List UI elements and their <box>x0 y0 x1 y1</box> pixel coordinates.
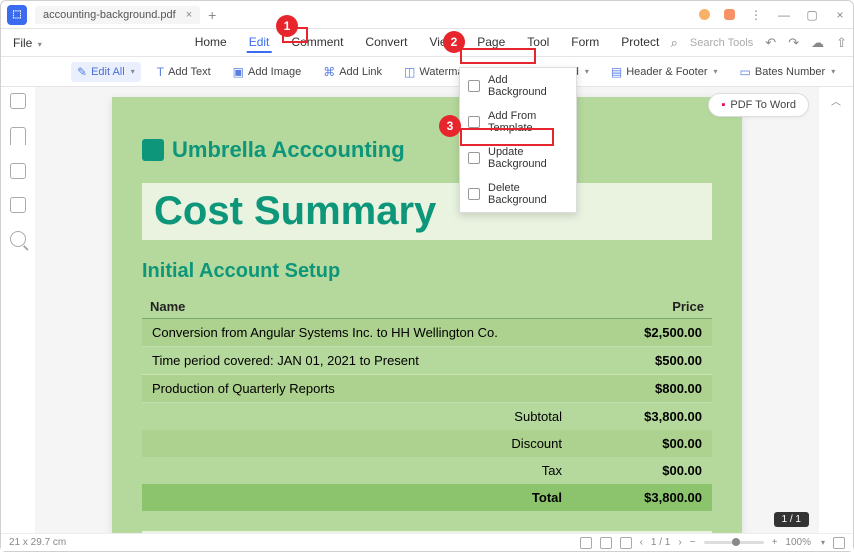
cloud-icon[interactable]: ☁ <box>811 35 824 51</box>
page-dimensions: 21 x 29.7 cm <box>9 537 66 548</box>
brand-logo-icon <box>142 139 164 161</box>
header-footer-button[interactable]: ▤Header & Footer▾ <box>605 62 724 82</box>
zoom-slider[interactable] <box>704 541 764 544</box>
accent-icon-2[interactable] <box>724 9 735 20</box>
table-row: Conversion from Angular Systems Inc. to … <box>142 319 712 347</box>
template-icon <box>468 116 480 128</box>
zoom-out-button[interactable]: − <box>690 537 696 548</box>
scroll-up-icon[interactable]: ︿ <box>831 93 841 108</box>
zoom-thumb[interactable] <box>732 538 740 546</box>
upload-icon[interactable]: ⇧ <box>836 35 847 51</box>
menu-protect[interactable]: Protect <box>619 33 661 53</box>
close-tab-icon[interactable]: × <box>186 9 192 21</box>
accent-icon[interactable] <box>699 9 710 20</box>
pdf-to-word-button[interactable]: ▪ PDF To Word <box>708 93 809 117</box>
image-icon: ▣ <box>233 65 244 79</box>
callout-1: 1 <box>276 15 298 37</box>
callout-3: 3 <box>439 115 461 137</box>
discount-row: Discount$00.00 <box>142 430 712 457</box>
total-row: Total$3,800.00 <box>142 484 712 511</box>
next-page-button[interactable]: › <box>678 537 681 548</box>
callout-2-box <box>460 48 536 64</box>
link-icon: ⌘ <box>323 65 335 79</box>
new-tab-button[interactable]: + <box>208 7 216 23</box>
page-number[interactable]: 1 / 1 <box>651 537 670 548</box>
pencil-icon: ✎ <box>77 65 87 79</box>
close-icon[interactable]: × <box>833 8 847 22</box>
add-link-button[interactable]: ⌘Add Link <box>317 62 388 82</box>
redo-icon[interactable]: ↷ <box>788 35 799 51</box>
callout-3-box <box>460 128 554 146</box>
brand-header: Umbrella Acccounting <box>142 137 712 163</box>
document-tab[interactable]: accounting-background.pdf × <box>35 6 200 24</box>
menu-convert[interactable]: Convert <box>363 33 409 53</box>
menu-form[interactable]: Form <box>569 33 601 53</box>
header-footer-icon: ▤ <box>611 65 622 79</box>
pdf-page: Umbrella Acccounting Cost Summary Initia… <box>112 97 742 533</box>
search-input[interactable]: Search Tools <box>690 37 753 49</box>
file-menu[interactable]: File ▾ <box>7 32 48 54</box>
page-indicator: 1 / 1 <box>774 512 809 527</box>
dropdown-delete-background[interactable]: Delete Background <box>460 176 576 212</box>
add-text-button[interactable]: TAdd Text <box>151 62 217 82</box>
text-icon: T <box>157 65 164 79</box>
table-row: Production of Quarterly Reports$800.00 <box>142 375 712 403</box>
menu-home[interactable]: Home <box>193 33 229 53</box>
rotate-icon[interactable] <box>620 537 632 549</box>
fit-page-icon[interactable] <box>833 537 845 549</box>
zoom-value[interactable]: 100% <box>785 537 811 548</box>
undo-icon[interactable]: ↶ <box>765 35 776 51</box>
attachments-icon[interactable] <box>10 163 26 179</box>
app-icon[interactable]: ⬚ <box>7 5 27 25</box>
cost-table: NamePrice Conversion from Angular System… <box>142 295 712 511</box>
zoom-in-button[interactable]: + <box>772 537 778 548</box>
layout-icon[interactable] <box>600 537 612 549</box>
add-image-button[interactable]: ▣Add Image <box>227 62 308 82</box>
doc-title: Cost Summary <box>142 183 712 240</box>
plus-icon <box>468 80 480 92</box>
callout-2: 2 <box>443 31 465 53</box>
layers-icon[interactable] <box>10 197 26 213</box>
section-heading: Initial Account Setup <box>142 260 712 283</box>
edit-all-button[interactable]: ✎Edit All▾ <box>71 62 141 82</box>
tax-row: Tax$00.00 <box>142 457 712 484</box>
tab-title: accounting-background.pdf <box>43 9 176 21</box>
menu-edit[interactable]: Edit <box>247 33 272 53</box>
watermark-icon: ◫ <box>404 65 415 79</box>
dropdown-add-background[interactable]: Add Background <box>460 68 576 104</box>
document-viewport[interactable]: Umbrella Acccounting Cost Summary Initia… <box>35 87 819 533</box>
bookmark-icon[interactable] <box>10 127 26 145</box>
refresh-icon <box>468 152 480 164</box>
subtotal-row: Subtotal$3,800.00 <box>142 403 712 430</box>
more-icon[interactable]: ⋮ <box>749 8 763 22</box>
trash-icon <box>468 188 480 200</box>
thumbnails-icon[interactable] <box>10 93 26 109</box>
minimize-icon[interactable]: — <box>777 8 791 22</box>
table-row: Time period covered: JAN 01, 2021 to Pre… <box>142 347 712 375</box>
maximize-icon[interactable]: ▢ <box>805 8 819 22</box>
search-panel-icon[interactable] <box>10 231 26 247</box>
bates-number-button[interactable]: ▭Bates Number▾ <box>734 62 842 82</box>
hand-tool-icon[interactable] <box>580 537 592 549</box>
prev-page-button[interactable]: ‹ <box>640 537 643 548</box>
bates-icon: ▭ <box>740 65 751 79</box>
search-icon[interactable]: ⌕ <box>671 35 678 51</box>
pdf-icon: ▪ <box>721 99 725 111</box>
